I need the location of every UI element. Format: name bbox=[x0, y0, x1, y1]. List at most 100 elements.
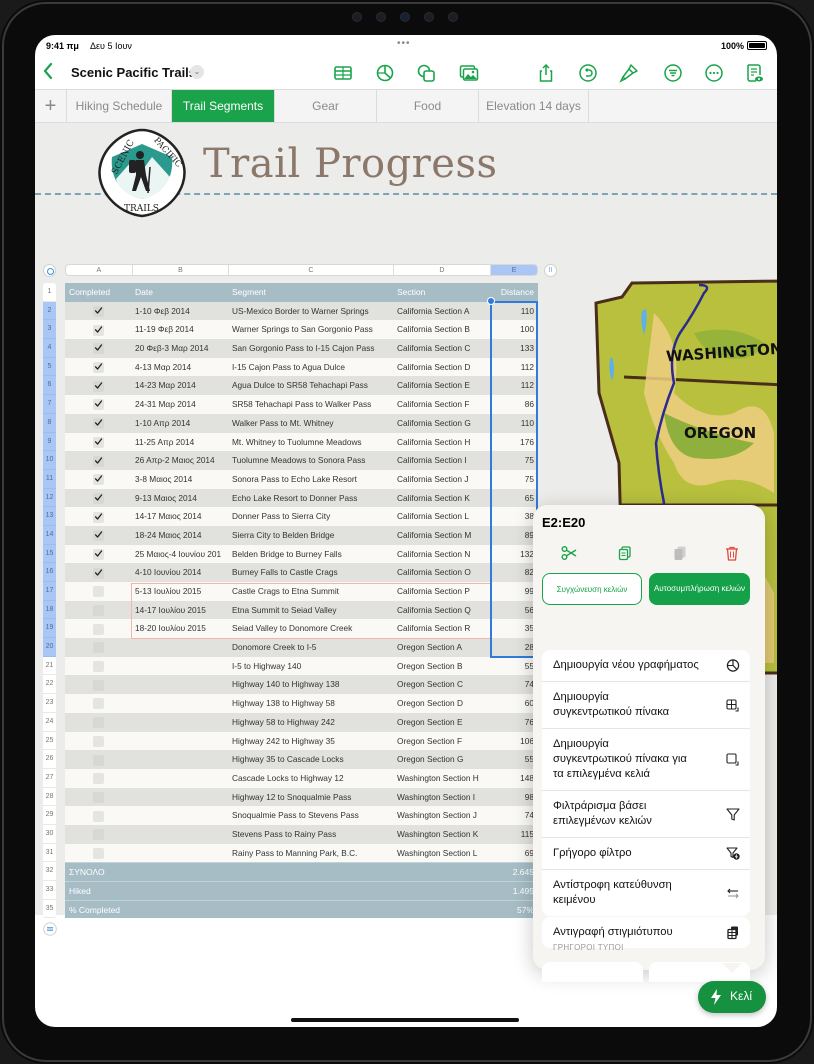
cell-distance[interactable]: 110 bbox=[492, 414, 538, 433]
cell-segment[interactable]: Walker Pass to Mt. Whitney bbox=[229, 414, 394, 433]
cell-date[interactable] bbox=[132, 694, 229, 713]
undo-button[interactable] bbox=[575, 61, 601, 85]
cell-distance[interactable]: 28 bbox=[492, 638, 538, 657]
cell-distance[interactable]: 69 bbox=[492, 844, 538, 863]
cell-section[interactable]: California Section C bbox=[394, 339, 492, 358]
row-header[interactable]: 21 bbox=[43, 656, 56, 676]
row-header[interactable]: 5 bbox=[43, 357, 56, 377]
cell-completed[interactable] bbox=[65, 563, 132, 582]
cell-segment[interactable]: Highway 12 to Snoqualmie Pass bbox=[229, 788, 394, 807]
footer-value[interactable]: 1.495 bbox=[492, 882, 538, 900]
header-date[interactable]: Date bbox=[132, 283, 229, 302]
reader-view-button[interactable] bbox=[741, 61, 767, 85]
cell-date[interactable]: 11-25 Απρ 2014 bbox=[132, 433, 229, 452]
cell-completed[interactable] bbox=[65, 844, 132, 863]
cell-distance[interactable]: 112 bbox=[492, 358, 538, 377]
cell-distance[interactable]: 100 bbox=[492, 320, 538, 339]
cell-distance[interactable]: 99 bbox=[492, 582, 538, 601]
row-header[interactable]: 14 bbox=[43, 525, 56, 545]
cell-date[interactable] bbox=[132, 769, 229, 788]
cell-date[interactable]: 1-10 Φεβ 2014 bbox=[132, 302, 229, 321]
checkbox-unchecked[interactable] bbox=[93, 773, 104, 785]
cell-date[interactable] bbox=[132, 675, 229, 694]
cell-completed[interactable] bbox=[65, 414, 132, 433]
cell-section[interactable]: Washington Section H bbox=[394, 769, 492, 788]
cell-date[interactable]: 26 Απρ-2 Μαιος 2014 bbox=[132, 451, 229, 470]
checkbox-unchecked[interactable] bbox=[93, 642, 104, 654]
cell-date[interactable]: 11-19 Φεβ 2014 bbox=[132, 320, 229, 339]
cell-completed[interactable] bbox=[65, 526, 132, 545]
cell-date[interactable] bbox=[132, 638, 229, 657]
back-button[interactable] bbox=[41, 61, 61, 85]
table-button[interactable] bbox=[330, 61, 356, 85]
cell-distance[interactable]: 110 bbox=[492, 302, 538, 321]
cell-segment[interactable]: Agua Dulce to SR58 Tehachapi Pass bbox=[229, 376, 394, 395]
row-header[interactable]: 33 bbox=[43, 881, 56, 900]
cell-distance[interactable]: 56 bbox=[492, 601, 538, 620]
cell-date[interactable]: 4-13 Μαρ 2014 bbox=[132, 358, 229, 377]
cell-segment[interactable]: Highway 58 to Highway 242 bbox=[229, 713, 394, 732]
cell-completed[interactable] bbox=[65, 657, 132, 676]
tab-trail-segments[interactable]: Trail Segments bbox=[172, 90, 275, 122]
row-header[interactable]: 8 bbox=[43, 413, 56, 433]
cell-date[interactable] bbox=[132, 713, 229, 732]
multitasking-dots-icon[interactable]: ••• bbox=[397, 38, 411, 49]
cell-distance[interactable]: 55 bbox=[492, 750, 538, 769]
cell-distance[interactable]: 60 bbox=[492, 694, 538, 713]
cell-completed[interactable] bbox=[65, 806, 132, 825]
footer-value[interactable]: 2.645 bbox=[492, 863, 538, 881]
cell-segment[interactable]: SR58 Tehachapi Pass to Walker Pass bbox=[229, 395, 394, 414]
cell-distance[interactable]: 38 bbox=[492, 507, 538, 526]
cell-completed[interactable] bbox=[65, 638, 132, 657]
cell-section[interactable]: California Section O bbox=[394, 563, 492, 582]
row-header[interactable]: 26 bbox=[43, 750, 56, 769]
cut-button[interactable] bbox=[559, 543, 579, 563]
add-sheet-button[interactable]: + bbox=[35, 90, 67, 122]
home-indicator[interactable] bbox=[291, 1018, 519, 1022]
cell-section[interactable]: California Section M bbox=[394, 526, 492, 545]
cell-segment[interactable]: Burney Falls to Castle Crags bbox=[229, 563, 394, 582]
cell-segment[interactable]: Mt. Whitney to Tuolumne Meadows bbox=[229, 433, 394, 452]
header-completed[interactable]: Completed bbox=[65, 283, 132, 302]
cell-segment[interactable]: Donner Pass to Sierra City bbox=[229, 507, 394, 526]
column-header-e[interactable]: E bbox=[491, 265, 537, 275]
tab-food[interactable]: Food bbox=[377, 90, 479, 122]
cell-section[interactable]: Oregon Section C bbox=[394, 675, 492, 694]
chart-button[interactable] bbox=[372, 61, 398, 85]
cell-section[interactable]: Washington Section I bbox=[394, 788, 492, 807]
checkbox-checked[interactable] bbox=[93, 567, 104, 579]
cell-date[interactable]: 18-24 Μαιος 2014 bbox=[132, 526, 229, 545]
cell-distance[interactable]: 74 bbox=[492, 806, 538, 825]
checkbox-unchecked[interactable] bbox=[93, 679, 104, 691]
delete-button[interactable] bbox=[722, 543, 742, 563]
cell-date[interactable] bbox=[132, 657, 229, 676]
cell-distance[interactable]: 86 bbox=[492, 395, 538, 414]
cell-date[interactable]: 14-23 Μαρ 2014 bbox=[132, 376, 229, 395]
checkbox-unchecked[interactable] bbox=[93, 791, 104, 803]
cell-segment[interactable]: Sonora Pass to Echo Lake Resort bbox=[229, 470, 394, 489]
cell-date[interactable]: 24-31 Μαρ 2014 bbox=[132, 395, 229, 414]
cell-distance[interactable]: 133 bbox=[492, 339, 538, 358]
cell-section[interactable]: California Section N bbox=[394, 545, 492, 564]
tab-hiking-schedule[interactable]: Hiking Schedule bbox=[67, 90, 172, 122]
row-header[interactable]: 2 bbox=[43, 301, 56, 321]
cell-section[interactable]: California Section L bbox=[394, 507, 492, 526]
cell-segment[interactable]: Sierra City to Belden Bridge bbox=[229, 526, 394, 545]
cell-date[interactable]: 4-10 Ιουνίου 2014 bbox=[132, 563, 229, 582]
cell-date[interactable]: 3-8 Μαιος 2014 bbox=[132, 470, 229, 489]
row-header[interactable]: 30 bbox=[43, 824, 56, 844]
cell-date[interactable]: 9-13 Μαιος 2014 bbox=[132, 489, 229, 508]
cell-completed[interactable] bbox=[65, 713, 132, 732]
cell-section[interactable]: California Section B bbox=[394, 320, 492, 339]
cell-section[interactable]: Oregon Section G bbox=[394, 750, 492, 769]
cell-section[interactable]: California Section A bbox=[394, 302, 492, 321]
checkbox-checked[interactable] bbox=[93, 455, 104, 467]
row-header[interactable]: 9 bbox=[43, 432, 56, 452]
cell-section[interactable]: California Section Q bbox=[394, 601, 492, 620]
row-header[interactable]: 20 bbox=[43, 638, 56, 657]
menu-item[interactable]: Αντίστροφη κατεύθυνση κειμένου bbox=[542, 870, 750, 916]
cell-segment[interactable]: Highway 138 to Highway 58 bbox=[229, 694, 394, 713]
checkbox-unchecked[interactable] bbox=[93, 661, 104, 673]
row-header[interactable]: 19 bbox=[43, 619, 56, 639]
cell-completed[interactable] bbox=[65, 732, 132, 751]
